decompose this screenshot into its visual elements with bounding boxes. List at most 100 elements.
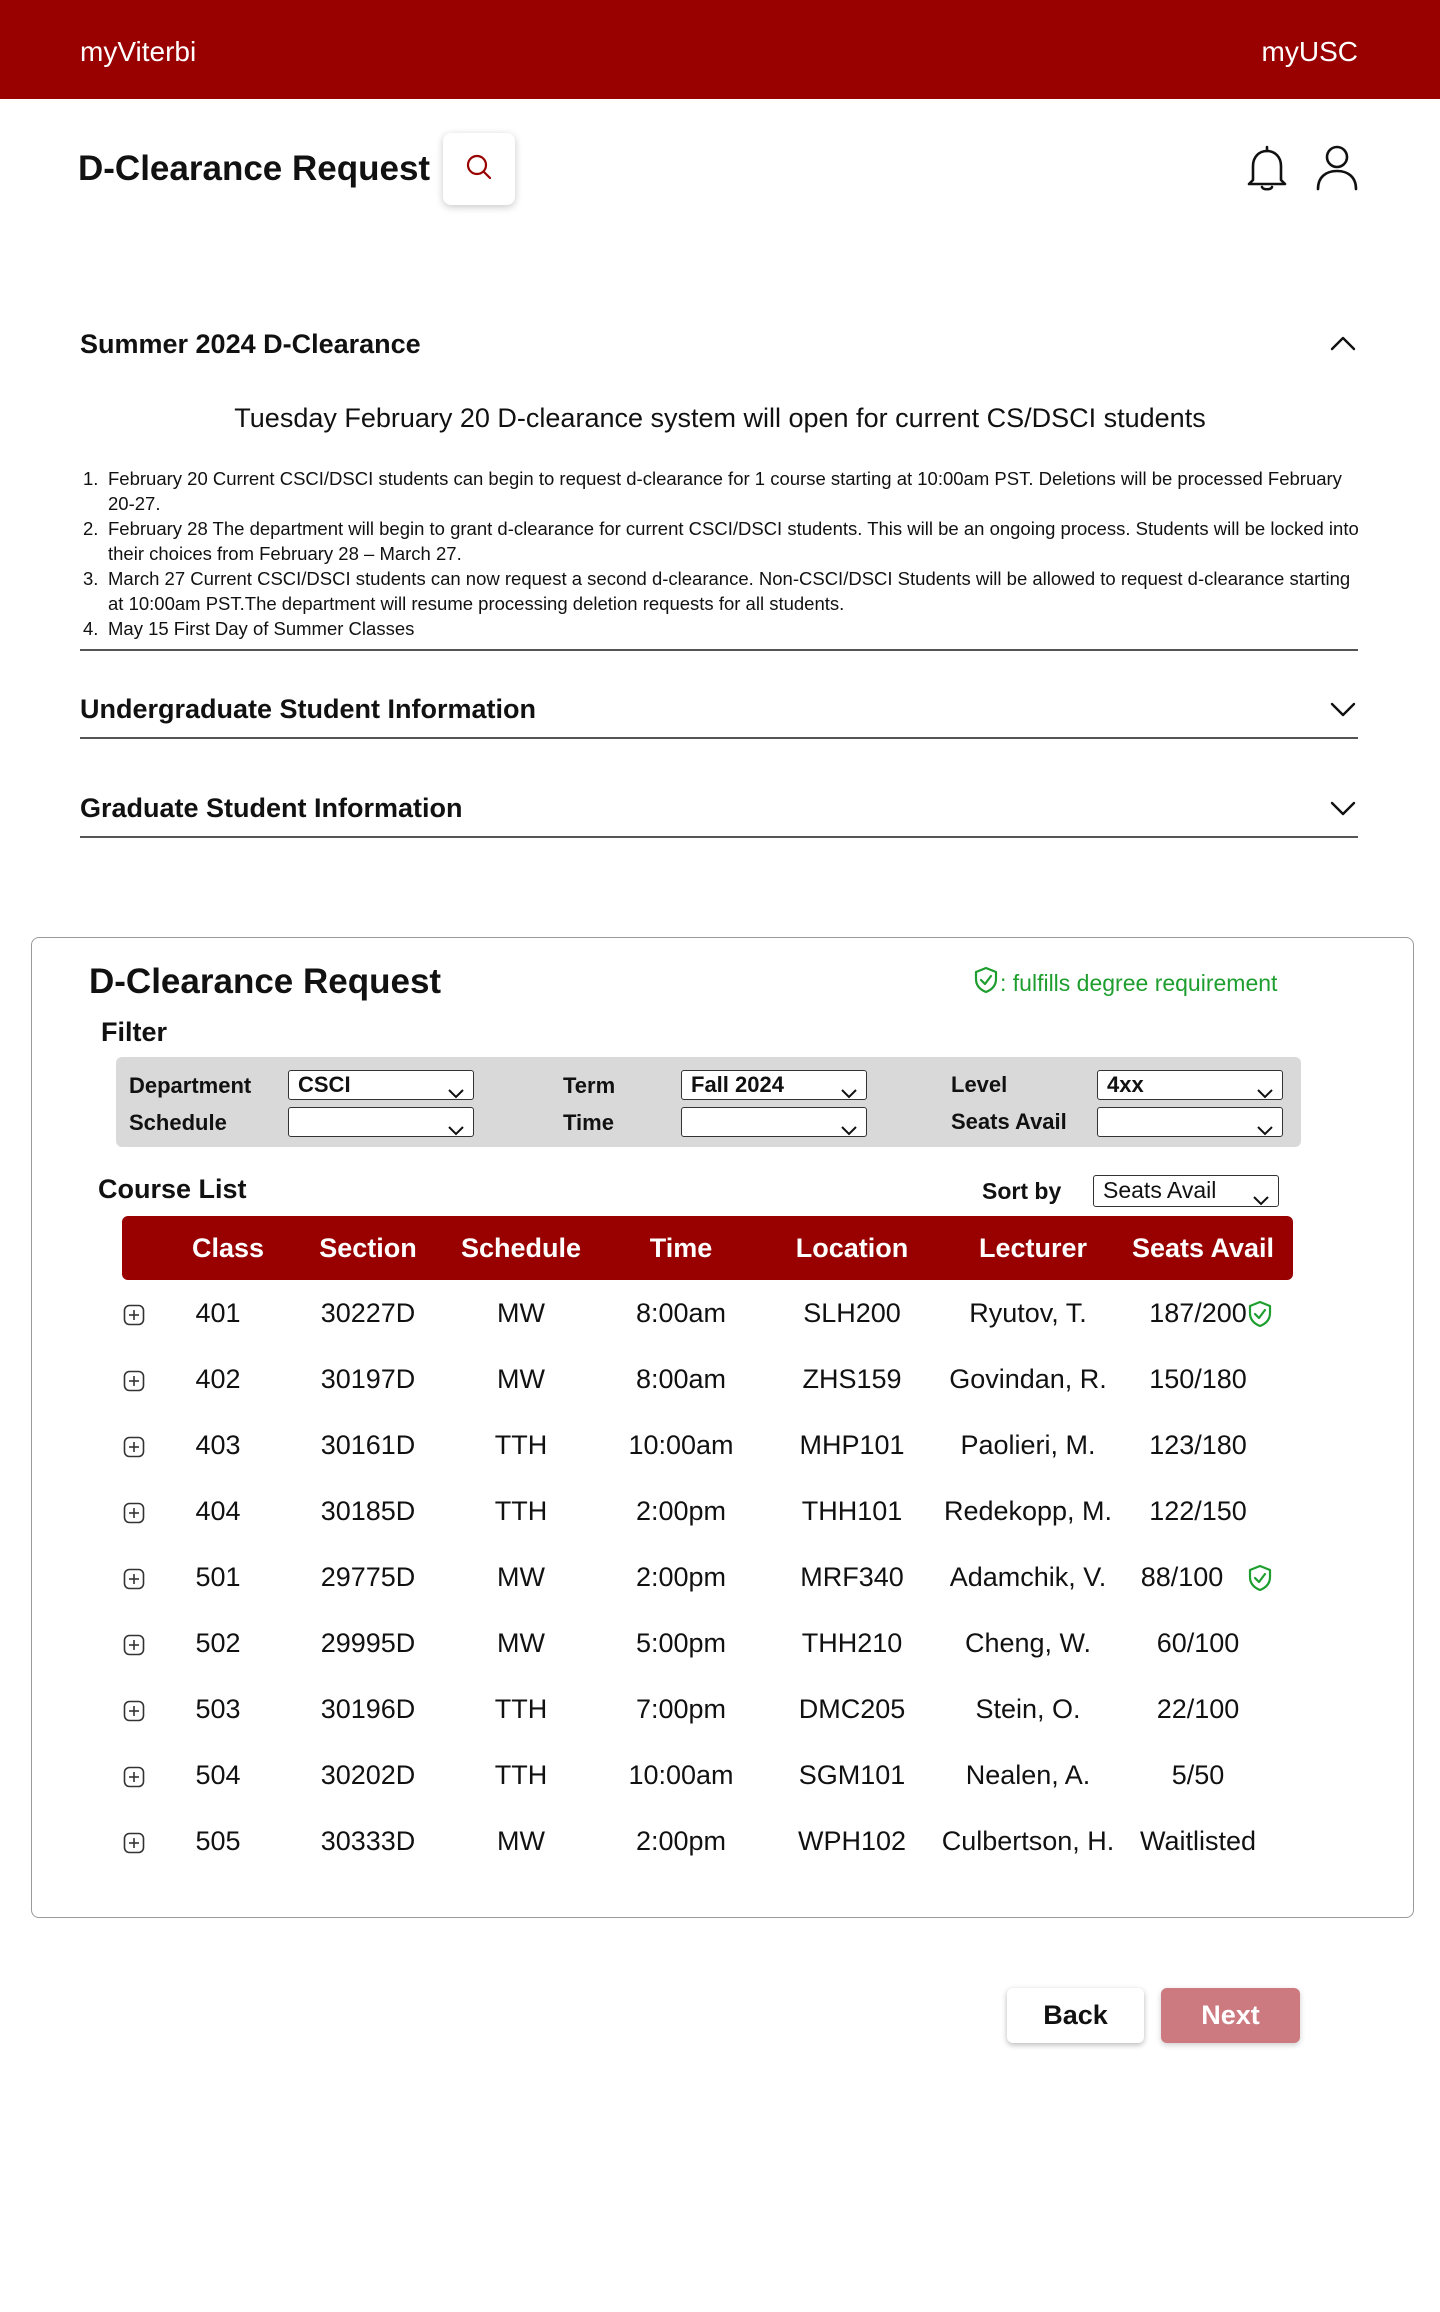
- cell-schedule: TTH: [494, 1760, 548, 1790]
- legend: : fulfills degree requirement: [973, 966, 1277, 1000]
- cell-schedule: TTH: [494, 1430, 548, 1460]
- myusc-link[interactable]: myUSC: [1262, 36, 1358, 68]
- cell-time: 2:00pm: [635, 1562, 727, 1592]
- cell-class: 401: [195, 1298, 241, 1328]
- plus-square-icon[interactable]: [123, 1502, 145, 1529]
- cell-lecturer: Redekopp, M.: [943, 1496, 1113, 1526]
- cell-time: 8:00am: [635, 1298, 727, 1328]
- cell-seats: Waitlisted: [1139, 1826, 1257, 1856]
- cell-section: 30227D: [320, 1298, 416, 1328]
- table-row[interactable]: 504 30202D TTH 10:00am SGM101 Nealen, A.…: [0, 1742, 1440, 1808]
- table-row[interactable]: 502 29995D MW 5:00pm THH210 Cheng, W. 60…: [0, 1610, 1440, 1676]
- cell-lecturer: Nealen, A.: [965, 1760, 1091, 1790]
- table-row[interactable]: 401 30227D MW 8:00am SLH200 Ryutov, T. 1…: [0, 1280, 1440, 1346]
- shield-check-icon: [973, 966, 1000, 1000]
- plus-square-icon[interactable]: [123, 1568, 145, 1595]
- column-header-schedule[interactable]: Schedule: [446, 1216, 596, 1280]
- table-row[interactable]: 505 30333D MW 2:00pm WPH102 Culbertson, …: [0, 1808, 1440, 1874]
- summer-accordion-title[interactable]: Summer 2024 D-Clearance: [80, 329, 421, 360]
- cell-class: 501: [195, 1562, 241, 1592]
- list-item: 2. February 28 The department will begin …: [83, 518, 1359, 564]
- department-select[interactable]: CSCI: [288, 1070, 474, 1100]
- cell-seats: 122/150: [1149, 1496, 1247, 1526]
- bell-icon: [1245, 145, 1289, 196]
- plus-square-icon[interactable]: [123, 1304, 145, 1331]
- plus-square-icon[interactable]: [123, 1370, 145, 1397]
- myviterbi-link[interactable]: myViterbi: [80, 36, 196, 68]
- column-header-section[interactable]: Section: [298, 1216, 438, 1280]
- table-row[interactable]: 402 30197D MW 8:00am ZHS159 Govindan, R.…: [0, 1346, 1440, 1412]
- cell-time: 8:00am: [635, 1364, 727, 1394]
- divider: [80, 737, 1358, 739]
- grad-accordion-toggle[interactable]: [1328, 798, 1358, 823]
- chevron-down-icon: [447, 1116, 465, 1143]
- table-row[interactable]: 403 30161D TTH 10:00am MHP101 Paolieri, …: [0, 1412, 1440, 1478]
- schedule-select[interactable]: [288, 1107, 474, 1137]
- chevron-up-icon: [1328, 336, 1358, 357]
- top-bar: myViterbi myUSC: [0, 0, 1440, 99]
- cell-section: 30185D: [320, 1496, 416, 1526]
- search-button[interactable]: [443, 133, 515, 205]
- department-label: Department: [129, 1073, 252, 1098]
- chevron-down-icon: [1256, 1116, 1274, 1143]
- time-select[interactable]: [681, 1107, 867, 1137]
- column-header-class[interactable]: Class: [168, 1216, 288, 1280]
- cell-location: SGM101: [798, 1760, 906, 1790]
- cell-class: 404: [195, 1496, 241, 1526]
- cell-schedule: MW: [497, 1364, 545, 1394]
- search-icon: [464, 152, 494, 187]
- undergrad-accordion-title[interactable]: Undergraduate Student Information: [80, 694, 536, 725]
- column-header-time[interactable]: Time: [616, 1216, 746, 1280]
- next-button[interactable]: Next: [1161, 1988, 1300, 2043]
- legend-text: : fulfills degree requirement: [1000, 969, 1278, 996]
- cell-seats: 150/180: [1149, 1364, 1247, 1394]
- level-select[interactable]: 4xx: [1097, 1070, 1283, 1100]
- cell-location: WPH102: [797, 1826, 907, 1856]
- cell-class: 403: [195, 1430, 241, 1460]
- cell-location: MHP101: [799, 1430, 905, 1460]
- cell-section: 29995D: [320, 1628, 416, 1658]
- table-row[interactable]: 501 29775D MW 2:00pm MRF340 Adamchik, V.…: [0, 1544, 1440, 1610]
- column-header-location[interactable]: Location: [772, 1216, 932, 1280]
- term-select[interactable]: Fall 2024: [681, 1070, 867, 1100]
- list-item: 3. March 27 Current CSCI/DSCI students ca…: [83, 568, 1351, 614]
- chevron-down-icon: [840, 1079, 858, 1106]
- cell-section: 29775D: [320, 1562, 416, 1592]
- chevron-down-icon: [1252, 1185, 1270, 1214]
- cell-location: MRF340: [800, 1562, 904, 1592]
- plus-square-icon[interactable]: [123, 1766, 145, 1793]
- list-item: 4. May 15 First Day of Summer Classes: [83, 618, 415, 639]
- seats-avail-select[interactable]: [1097, 1107, 1283, 1137]
- cell-time: 10:00am: [628, 1760, 734, 1790]
- sort-select[interactable]: Seats Avail: [1093, 1175, 1279, 1207]
- plus-square-icon[interactable]: [123, 1436, 145, 1463]
- notifications-button[interactable]: [1245, 144, 1289, 197]
- chevron-down-icon: [1256, 1079, 1274, 1106]
- plus-square-icon[interactable]: [123, 1832, 145, 1859]
- divider: [80, 649, 1358, 651]
- plus-square-icon[interactable]: [123, 1700, 145, 1727]
- column-header-lecturer[interactable]: Lecturer: [948, 1216, 1118, 1280]
- column-header-seats[interactable]: Seats Avail: [1118, 1216, 1288, 1280]
- grad-accordion-title[interactable]: Graduate Student Information: [80, 793, 463, 824]
- undergrad-accordion-toggle[interactable]: [1328, 699, 1358, 724]
- cell-seats: 22/100: [1156, 1694, 1240, 1724]
- cell-lecturer: Culbertson, H.: [941, 1826, 1115, 1856]
- cell-lecturer: Govindan, R.: [949, 1364, 1107, 1394]
- request-title: D-Clearance Request: [89, 962, 442, 1001]
- cell-lecturer: Stein, O.: [975, 1694, 1081, 1724]
- cell-time: 10:00am: [628, 1430, 734, 1460]
- table-row[interactable]: 404 30185D TTH 2:00pm THH101 Redekopp, M…: [0, 1478, 1440, 1544]
- cell-class: 505: [195, 1826, 241, 1856]
- back-button[interactable]: Back: [1007, 1988, 1144, 2043]
- term-label: Term: [563, 1073, 616, 1098]
- cell-seats: 60/100: [1156, 1628, 1240, 1658]
- plus-square-icon[interactable]: [123, 1634, 145, 1661]
- cell-class: 504: [195, 1760, 241, 1790]
- chevron-down-icon: [840, 1116, 858, 1143]
- table-row[interactable]: 503 30196D TTH 7:00pm DMC205 Stein, O. 2…: [0, 1676, 1440, 1742]
- profile-button[interactable]: [1315, 143, 1359, 196]
- shield-check-icon: [1247, 1300, 1273, 1333]
- summer-accordion-toggle[interactable]: [1328, 333, 1358, 358]
- schedule-list: 1. February 20 Current CSCI/DSCI students…: [83, 466, 1368, 641]
